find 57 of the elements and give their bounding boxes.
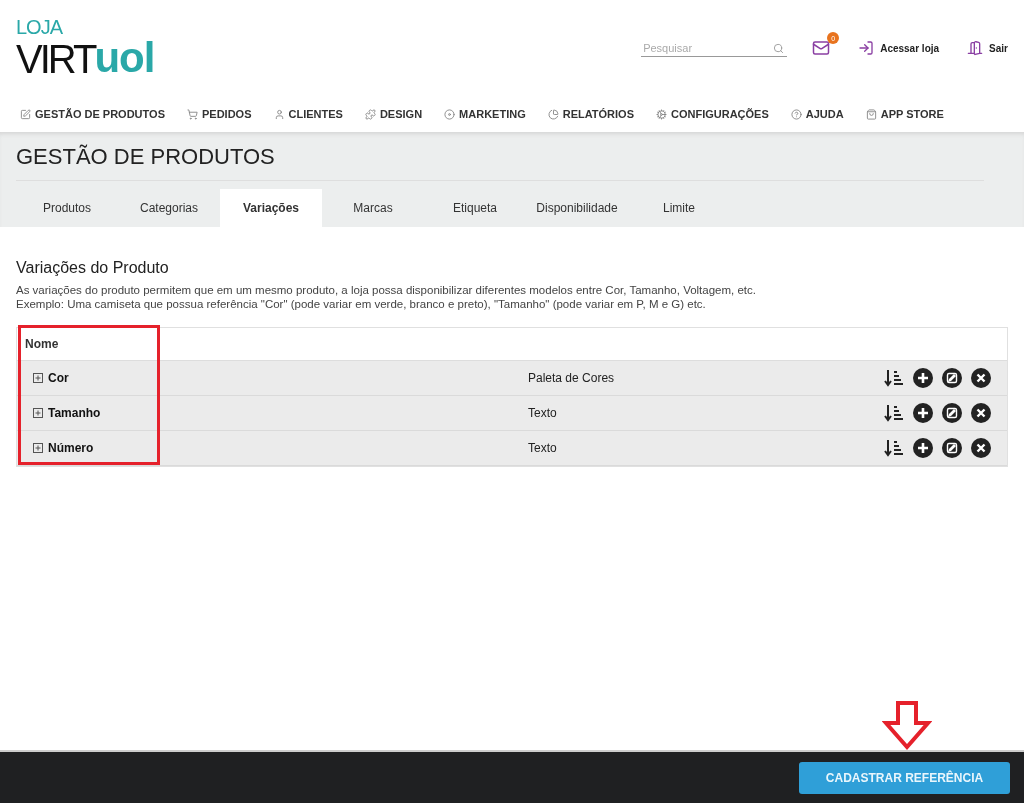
page-title: GESTÃO DE PRODUTOS [16, 144, 984, 181]
nav-item[interactable]: PEDIDOS [187, 108, 252, 120]
bag-icon [865, 108, 877, 120]
help-icon [790, 108, 802, 120]
close-icon [971, 438, 991, 458]
edit-icon [942, 403, 962, 423]
add-icon [913, 403, 933, 423]
header-link[interactable]: Acessar loja [858, 40, 940, 56]
nav-item[interactable]: DESIGN [364, 108, 423, 120]
edit-icon [942, 368, 962, 388]
tab[interactable]: Disponibilidade [526, 189, 628, 227]
sort-icon[interactable] [884, 368, 904, 388]
nav-item[interactable]: APP STORE [865, 108, 944, 120]
puzzle-icon [364, 108, 376, 120]
expand-icon[interactable] [33, 408, 43, 418]
add-icon [913, 368, 933, 388]
table-cell-text: Paleta de Cores [528, 371, 616, 385]
nav-item[interactable]: AJUDA [790, 108, 844, 120]
mail-icon[interactable] [812, 39, 831, 57]
enter-icon [858, 40, 875, 56]
expand-icon[interactable] [33, 373, 43, 383]
pie-chart-icon [547, 108, 559, 120]
section-title: Variações do Produto [16, 259, 170, 277]
nav-item[interactable]: CLIENTES [273, 108, 343, 120]
tab[interactable]: Variações [220, 189, 322, 227]
cart-icon [187, 108, 198, 120]
nav-item[interactable]: MARKETING [444, 108, 526, 120]
tab[interactable]: Limite [628, 189, 730, 227]
tab[interactable]: Marcas [322, 189, 424, 227]
add-icon [913, 438, 933, 458]
settings-icon [656, 108, 667, 120]
edit-icon [20, 108, 31, 120]
door-icon [967, 40, 984, 56]
tab[interactable]: Categorias [118, 189, 220, 227]
table-cell: Tamanho [48, 406, 101, 420]
table-cell: Cor [48, 371, 69, 385]
nav-item[interactable]: GESTÃO DE PRODUTOS [20, 108, 165, 120]
user-icon [273, 108, 285, 120]
table-cell-text: Texto [528, 406, 558, 420]
nav-item[interactable]: RELATÓRIOS [547, 108, 634, 120]
logo: LOJA VIRTuol [16, 17, 155, 79]
edit-icon [942, 438, 962, 458]
tab[interactable]: Etiqueta [424, 189, 526, 227]
nav-item[interactable]: CONFIGURAÇÕES [656, 108, 769, 120]
expand-icon[interactable] [33, 443, 43, 453]
tab[interactable]: Produtos [16, 189, 118, 227]
description-text: Exemplo: Uma camiseta que possua referência "Cor" (pode variar em verde, branco e preto), "Tamanho" (pode variar em P, M e G) etc. [16, 297, 707, 311]
sort-icon[interactable] [884, 438, 904, 458]
description-text: As variações do produto permitem que em um mesmo produto, a loja possa disponibilizar diferentes modelos entre Cor, Tamanho, Voltagem, etc. [16, 283, 757, 297]
target-icon [444, 108, 456, 120]
sort-icon[interactable] [884, 403, 904, 423]
table-cell-text: Texto [528, 441, 558, 455]
arrow-icon [882, 701, 932, 751]
table-cell: Número [48, 441, 94, 455]
close-icon [971, 403, 991, 423]
header-link[interactable]: Sair [967, 40, 1008, 56]
close-icon [971, 368, 991, 388]
